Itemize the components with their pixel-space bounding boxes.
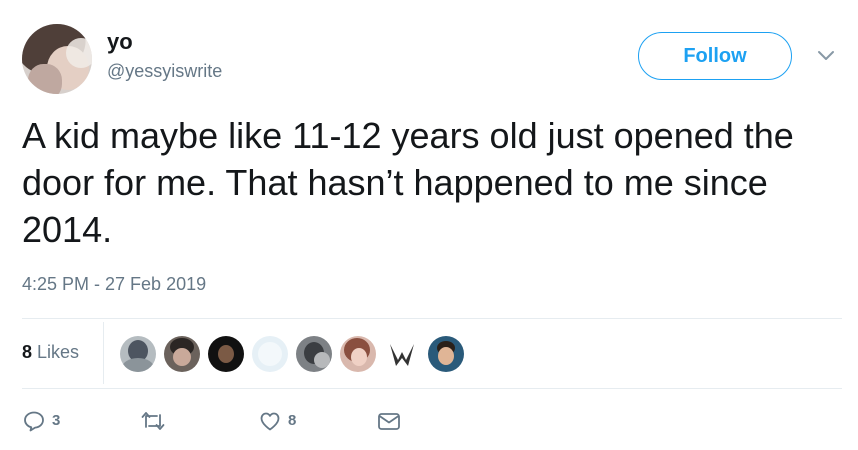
liker-avatar[interactable] [208, 336, 244, 372]
liker-avatar[interactable] [428, 336, 464, 372]
tweet-timestamp[interactable]: 4:25 PM - 27 Feb 2019 [22, 272, 206, 296]
liker-avatar[interactable] [384, 336, 420, 372]
heart-icon [258, 409, 282, 433]
likes-count: 8 [22, 342, 33, 362]
divider [22, 388, 842, 389]
retweet-button[interactable] [140, 409, 172, 433]
reply-icon [22, 409, 46, 433]
likes-stat[interactable]: 8 Likes [22, 341, 79, 363]
message-button[interactable] [376, 409, 402, 433]
follow-button[interactable]: Follow [638, 32, 792, 80]
liker-avatar[interactable] [340, 336, 376, 372]
display-name[interactable]: yo [107, 30, 133, 54]
envelope-icon [376, 409, 402, 433]
tweet-text: A kid maybe like 11-12 years old just op… [22, 115, 794, 250]
divider [22, 318, 842, 319]
reply-button[interactable]: 3 [22, 409, 60, 433]
likes-label: Likes [37, 342, 80, 362]
user-avatar[interactable] [22, 24, 92, 94]
like-count: 8 [288, 412, 297, 429]
retweet-icon [140, 409, 166, 433]
stats-divider [103, 322, 104, 384]
user-handle[interactable]: @yessyiswrite [107, 60, 222, 82]
reply-count: 3 [52, 412, 61, 429]
liker-avatar[interactable] [164, 336, 200, 372]
liker-avatar[interactable] [296, 336, 332, 372]
like-button[interactable]: 8 [258, 409, 296, 433]
liker-avatar[interactable] [120, 336, 156, 372]
liker-avatar[interactable] [252, 336, 288, 372]
chevron-down-icon[interactable] [814, 44, 838, 68]
